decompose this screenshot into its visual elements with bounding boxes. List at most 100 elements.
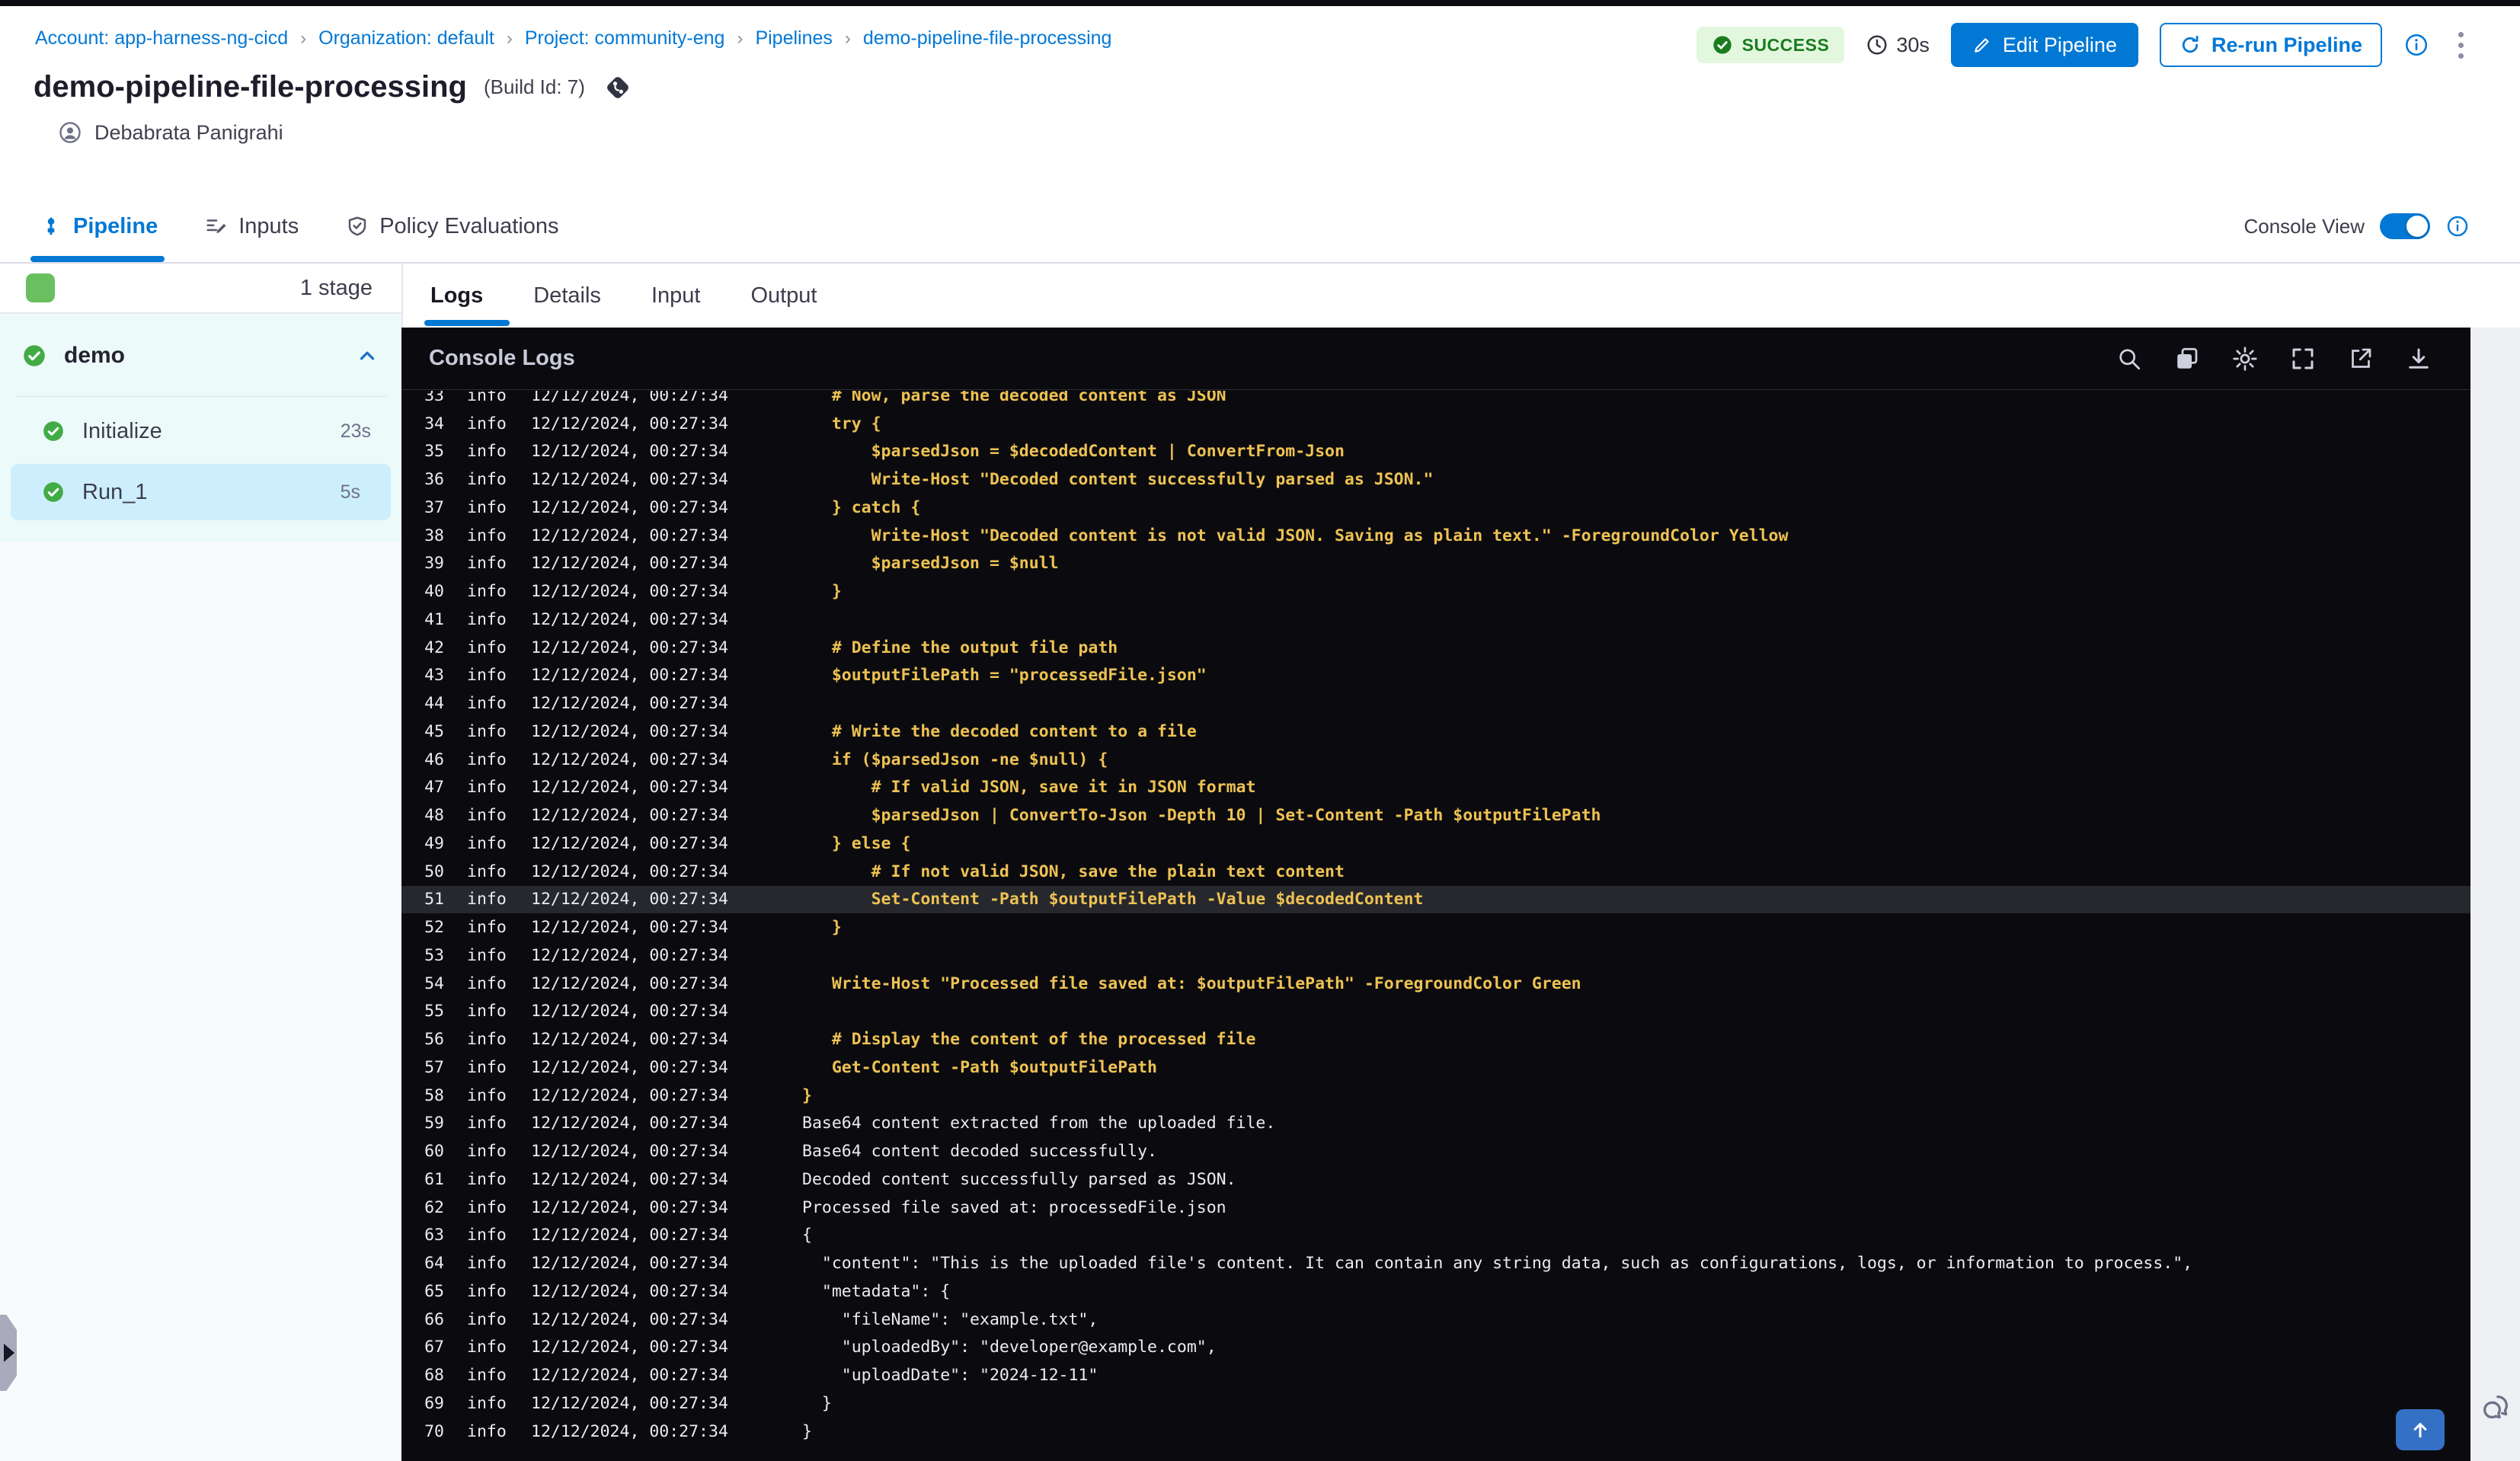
- panel-divider: [15, 396, 386, 397]
- log-line-47: 47 info 12/12/2024, 00:27:34 # If valid JS…: [424, 778, 1256, 798]
- console-toolbar: [2115, 345, 2432, 372]
- step-duration: 23s: [340, 420, 371, 442]
- console-view-toggle[interactable]: [2380, 213, 2430, 239]
- log-line-42: 42 info 12/12/2024, 00:27:34 # Define the …: [424, 638, 1118, 657]
- console-header: Console Logs: [401, 328, 2470, 390]
- tab-inputs[interactable]: Inputs: [205, 214, 299, 239]
- copy-icon[interactable]: [2173, 345, 2201, 372]
- log-line-46: 46 info 12/12/2024, 00:27:34 if ($parsedJs…: [424, 750, 1108, 769]
- log-line-49: 49 info 12/12/2024, 00:27:34 } else {: [424, 833, 911, 853]
- step-row-initialize[interactable]: Initialize 23s: [0, 403, 401, 459]
- log-line-41: 41 info 12/12/2024, 00:27:34: [424, 609, 728, 629]
- more-options-menu[interactable]: [2451, 27, 2471, 63]
- fullscreen-icon[interactable]: [2289, 345, 2317, 372]
- stage-count-row: 1 stage: [0, 264, 401, 314]
- stage-count-label: 1 stage: [299, 276, 373, 300]
- breadcrumb-org-link[interactable]: Organization: default: [318, 27, 494, 50]
- pipeline-icon: [40, 215, 62, 238]
- right-gutter: [2470, 328, 2520, 1461]
- main-tabbar: Pipeline Inputs Policy Evaluations Conso…: [0, 190, 2520, 264]
- breadcrumb-separator: ›: [844, 27, 851, 49]
- tab-pipeline[interactable]: Pipeline: [40, 214, 158, 239]
- tab-pipeline-label: Pipeline: [73, 213, 158, 238]
- stage-header-demo[interactable]: demo: [0, 315, 401, 396]
- log-line-62: 62 info 12/12/2024, 00:27:34 Processed file…: [424, 1197, 1226, 1217]
- log-line-35: 35 info 12/12/2024, 00:27:34 $parsedJson =…: [424, 442, 1345, 462]
- log-line-38: 38 info 12/12/2024, 00:27:34 Write-Host "D…: [424, 526, 1789, 545]
- log-line-36: 36 info 12/12/2024, 00:27:34 Write-Host "D…: [424, 470, 1434, 490]
- breadcrumb-project-link[interactable]: Project: community-eng: [525, 27, 725, 50]
- avatar-icon: [58, 120, 82, 145]
- open-in-new-icon[interactable]: [2347, 345, 2374, 372]
- log-line-54: 54 info 12/12/2024, 00:27:34 Write-Host "P…: [424, 973, 1581, 993]
- step-label: Run_1: [82, 479, 148, 504]
- log-tab-input[interactable]: Input: [651, 283, 701, 309]
- log-tab-output[interactable]: Output: [750, 283, 817, 309]
- clock-icon: [1866, 34, 1888, 56]
- log-tab-details[interactable]: Details: [533, 283, 601, 309]
- settings-icon[interactable]: [2231, 345, 2259, 372]
- stage-status-square: [26, 273, 55, 302]
- rerun-info-icon[interactable]: [2403, 32, 2429, 58]
- chevron-up-icon[interactable]: [356, 344, 379, 367]
- log-line-60: 60 info 12/12/2024, 00:27:34 Base64 content…: [424, 1142, 1157, 1162]
- rerun-pipeline-button[interactable]: Re-run Pipeline: [2159, 23, 2382, 67]
- breadcrumb-separator: ›: [300, 27, 307, 49]
- log-line-58: 58 info 12/12/2024, 00:27:34}: [424, 1085, 812, 1105]
- step-label: Initialize: [82, 418, 162, 443]
- rerun-pipeline-label: Re-run Pipeline: [2211, 33, 2362, 56]
- console-view-label: Console View: [2243, 214, 2365, 238]
- tab-policy-label: Policy Evaluations: [379, 213, 559, 238]
- log-line-56: 56 info 12/12/2024, 00:27:34 # Display the…: [424, 1030, 1256, 1050]
- breadcrumb-separator: ›: [737, 27, 744, 49]
- log-rows: 33 info 12/12/2024, 00:27:34 # Now, parse …: [401, 391, 2470, 1446]
- edit-pipeline-button[interactable]: Edit Pipeline: [1950, 23, 2138, 67]
- console-view-info-icon[interactable]: [2445, 214, 2470, 238]
- tab-policy-evaluations[interactable]: Policy Evaluations: [346, 213, 559, 239]
- step-row-run-1[interactable]: Run_1 5s: [11, 464, 391, 520]
- window-top-strip: [0, 0, 2520, 6]
- git-branch-icon[interactable]: [602, 72, 634, 104]
- pencil-icon: [1972, 35, 1992, 55]
- log-line-55: 55 info 12/12/2024, 00:27:34: [424, 1002, 728, 1021]
- log-line-68: 68 info 12/12/2024, 00:27:34 "uploadDate":…: [424, 1366, 1099, 1386]
- page-title: demo-pipeline-file-processing: [34, 70, 467, 104]
- rerun-icon: [2179, 34, 2201, 56]
- author-row: Debabrata Panigrahi: [58, 120, 283, 145]
- log-line-57: 57 info 12/12/2024, 00:27:34 Get-Content -…: [424, 1057, 1157, 1077]
- shield-check-icon: [346, 215, 369, 238]
- download-icon[interactable]: [2405, 345, 2432, 372]
- search-icon[interactable]: [2115, 345, 2143, 372]
- log-scroll-area[interactable]: 33 info 12/12/2024, 00:27:34 # Now, parse …: [401, 391, 2470, 1461]
- log-line-64: 64 info 12/12/2024, 00:27:34 "content": "T…: [424, 1254, 2193, 1274]
- log-tab-logs[interactable]: Logs: [430, 283, 483, 309]
- breadcrumb-current-pipeline[interactable]: demo-pipeline-file-processing: [863, 27, 1112, 50]
- breadcrumb-account-link[interactable]: Account: app-harness-ng-cicd: [35, 27, 288, 50]
- page-header: Account: app-harness-ng-cicd › Organizat…: [0, 6, 2520, 190]
- step-success-icon: [43, 420, 64, 442]
- help-chat-icon[interactable]: [2478, 1391, 2513, 1426]
- log-line-61: 61 info 12/12/2024, 00:27:34 Decoded conten…: [424, 1169, 1236, 1189]
- console-logs-panel: Console Logs 33 info 12/12/2024, 00:27:34: [401, 328, 2470, 1461]
- active-tab-underline: [30, 256, 165, 262]
- step-duration: 5s: [340, 481, 360, 503]
- pipeline-duration: 30s: [1866, 34, 1930, 57]
- log-line-70: 70 info 12/12/2024, 00:27:34}: [424, 1421, 812, 1441]
- build-id-label: (Build Id: 7): [483, 75, 585, 98]
- log-line-51: 51 info 12/12/2024, 00:27:34 Set-Content -…: [401, 885, 2470, 914]
- log-line-69: 69 info 12/12/2024, 00:27:34 }: [424, 1393, 832, 1413]
- console-title: Console Logs: [429, 346, 575, 370]
- breadcrumb-pipelines-link[interactable]: Pipelines: [755, 27, 832, 50]
- log-line-37: 37 info 12/12/2024, 00:27:34 } catch {: [424, 497, 921, 517]
- stage-success-icon: [23, 344, 46, 367]
- scroll-to-top-button[interactable]: [2396, 1409, 2445, 1450]
- breadcrumb: Account: app-harness-ng-cicd › Organizat…: [35, 27, 1111, 50]
- title-row: demo-pipeline-file-processing (Build Id:…: [34, 70, 634, 104]
- edit-pipeline-label: Edit Pipeline: [2002, 33, 2117, 56]
- tab-inputs-label: Inputs: [238, 213, 299, 238]
- log-line-59: 59 info 12/12/2024, 00:27:34 Base64 content…: [424, 1114, 1276, 1133]
- log-line-65: 65 info 12/12/2024, 00:27:34 "metadata": {: [424, 1281, 951, 1301]
- log-line-48: 48 info 12/12/2024, 00:27:34 $parsedJson |…: [424, 806, 1601, 826]
- success-check-icon: [1712, 34, 1733, 56]
- status-badge: SUCCESS: [1696, 27, 1845, 63]
